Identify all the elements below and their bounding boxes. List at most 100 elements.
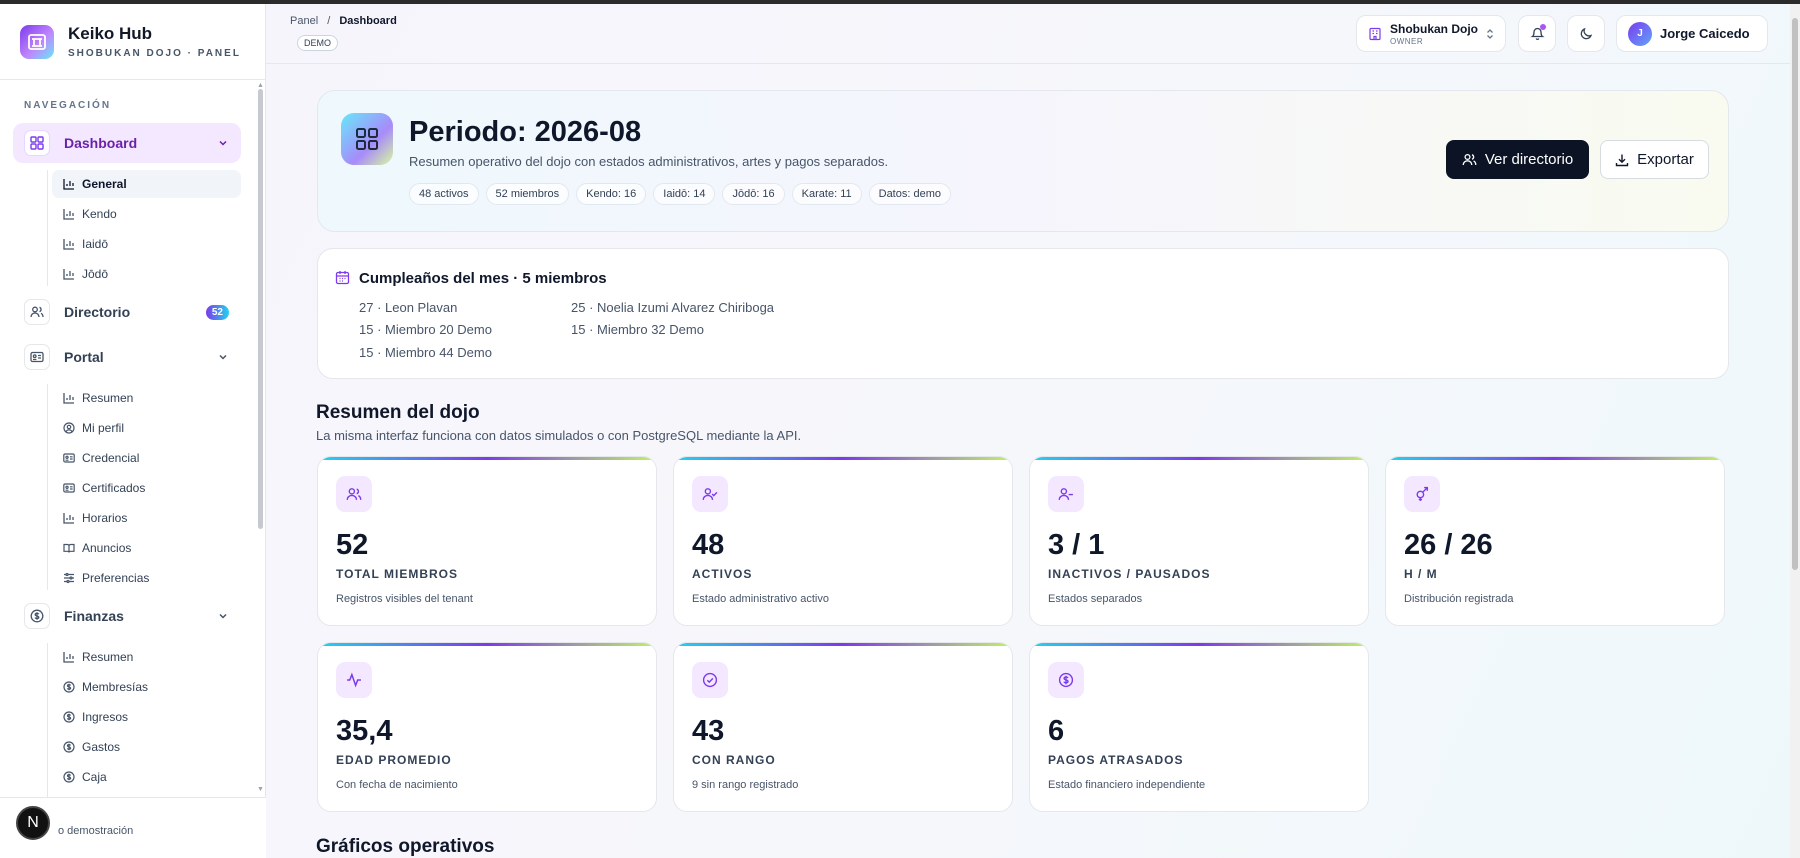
submenu-guide-line (47, 170, 48, 286)
view-directory-button[interactable]: Ver directorio (1446, 140, 1589, 179)
bar-chart-icon (63, 652, 74, 663)
summary-section-title: Resumen del dojo (316, 402, 480, 423)
breadcrumb-separator: / (327, 15, 331, 27)
sidebar-item-dashboard[interactable]: Dashboard (13, 123, 241, 163)
dollar-circle-icon (63, 741, 75, 753)
brand-name: Keiko Hub (68, 24, 153, 43)
sidebar-subitem-resumen[interactable]: Resumen (52, 384, 241, 412)
export-label: Exportar (1637, 151, 1694, 168)
card-accent-bar (674, 643, 1012, 646)
sidebar-subitem-horarios[interactable]: Horarios (52, 504, 241, 532)
chip-kendo: Kendo: 16 (576, 183, 647, 205)
sidebar-subitem-membresias[interactable]: Membresías (52, 673, 241, 701)
chevron-updown-icon (1487, 28, 1493, 39)
stat-description: Con fecha de nacimiento (336, 779, 458, 791)
scroll-down-arrow-icon[interactable]: ▼ (257, 786, 264, 793)
breadcrumb-panel[interactable]: Panel (290, 15, 318, 27)
user-check-icon (692, 476, 728, 512)
birthdays-title: Cumpleaños del mes · 5 miembros (359, 270, 607, 287)
sidebar-subitem-label: Horarios (82, 511, 128, 525)
dojo-role: OWNER (1390, 36, 1424, 46)
brand[interactable]: Keiko Hub SHOBUKAN DOJO · PANEL (20, 24, 241, 59)
stat-card-edad-promedio: 35,4 EDAD PROMEDIO Con fecha de nacimien… (317, 642, 657, 812)
sidebar-subitem-label: Ingresos (82, 710, 129, 724)
users-icon (336, 476, 372, 512)
export-button[interactable]: Exportar (1600, 140, 1709, 179)
sidebar-scrollbar[interactable] (258, 89, 263, 529)
stat-label: TOTAL MIEMBROS (336, 567, 458, 581)
sidebar: Keiko Hub SHOBUKAN DOJO · PANEL NAVEGACI… (0, 4, 266, 858)
devtools-bubble[interactable]: N (16, 806, 50, 840)
demo-badge: DEMO (297, 35, 338, 51)
activity-icon (336, 662, 372, 698)
chevron-down-icon (218, 611, 228, 621)
demo-mode-label[interactable]: o demostración (58, 825, 133, 837)
sidebar-subitem-label: Caja (82, 770, 107, 784)
moon-icon (1580, 27, 1593, 39)
main-content: Panel / Dashboard DEMO Shobukan Dojo OWN… (266, 4, 1800, 858)
sidebar-item-label: Finanzas (64, 608, 124, 624)
check-circle-icon (692, 662, 728, 698)
sidebar-subitem-certificados[interactable]: Certificados (52, 474, 241, 502)
sidebar-subitem-credencial[interactable]: Credencial (52, 444, 241, 472)
sidebar-subitem-fin-resumen[interactable]: Resumen (52, 643, 241, 671)
stat-card-hm: 26 / 26 H / M Distribución registrada (1385, 456, 1725, 626)
dojo-name: Shobukan Dojo (1390, 21, 1478, 36)
sidebar-subitem-gastos[interactable]: Gastos (52, 733, 241, 761)
sidebar-subitem-ingresos[interactable]: Ingresos (52, 703, 241, 731)
submenu-guide-line (47, 384, 48, 590)
sidebar-subitem-iaido[interactable]: Iaidō (52, 230, 241, 258)
gender-icon (1404, 476, 1440, 512)
stat-description: Estado financiero independiente (1048, 779, 1206, 791)
sidebar-subitem-mi-perfil[interactable]: Mi perfil (52, 414, 241, 442)
summary-chips: 48 activos 52 miembros Kendo: 16 Iaidō: … (409, 183, 958, 205)
card-accent-bar (674, 457, 1012, 460)
stat-label: ACTIVOS (692, 567, 753, 581)
stat-card-activos: 48 ACTIVOS Estado administrativo activo (673, 456, 1013, 626)
main-scrollbar-thumb[interactable] (1792, 18, 1798, 570)
member-count-badge: 52 (205, 304, 229, 320)
birthday-entry: 25 · Noelia Izumi Alvarez Chiriboga (571, 300, 775, 315)
page-description: Resumen operativo del dojo con estados a… (409, 154, 889, 169)
stat-value: 52 (336, 529, 369, 561)
card-accent-bar (1030, 643, 1368, 646)
view-directory-label: Ver directorio (1484, 151, 1574, 168)
page-title: Periodo: 2026-08 (409, 116, 642, 148)
sidebar-subitem-anuncios[interactable]: Anuncios (52, 534, 241, 562)
dollar-circle-icon (63, 711, 75, 723)
stat-label: H / M (1404, 567, 1438, 581)
sidebar-subitem-preferencias[interactable]: Preferencias (52, 564, 241, 592)
dollar-circle-icon (63, 681, 75, 693)
sidebar-subitem-kendo[interactable]: Kendo (52, 200, 241, 228)
avatar: J (1628, 21, 1652, 46)
sidebar-nav: NAVEGACIÓN Dashboard General Kendo Iaidō… (0, 80, 266, 797)
sidebar-subitem-general[interactable]: General (52, 170, 241, 198)
breadcrumb-current: Dashboard (339, 15, 397, 27)
dashboard-icon (341, 113, 393, 165)
sidebar-item-finanzas[interactable]: Finanzas (13, 596, 241, 636)
sidebar-subitem-label: Certificados (82, 481, 146, 495)
dojo-switcher[interactable]: Shobukan Dojo OWNER (1356, 15, 1506, 52)
user-menu-button[interactable]: J Jorge Caicedo (1616, 15, 1768, 52)
sidebar-item-directorio[interactable]: Directorio 52 (13, 292, 241, 332)
notifications-button[interactable] (1518, 15, 1556, 52)
sidebar-item-portal[interactable]: Portal (13, 337, 241, 377)
building-icon (1369, 27, 1381, 40)
birthday-entry: 27 · Leon Plavan (359, 300, 458, 315)
sidebar-subitem-label: Credencial (82, 451, 140, 465)
chip-jodo: Jōdō: 16 (722, 183, 785, 205)
id-card-icon (24, 344, 50, 370)
stat-description: 9 sin rango registrado (692, 779, 799, 791)
card-accent-bar (1386, 457, 1724, 460)
birthday-entry: 15 · Miembro 32 Demo (571, 322, 704, 337)
stat-value: 48 (692, 529, 725, 561)
stat-label: PAGOS ATRASADOS (1048, 753, 1184, 767)
theme-toggle-button[interactable] (1567, 15, 1605, 52)
stat-value: 26 / 26 (1404, 529, 1493, 561)
scroll-up-arrow-icon[interactable]: ▲ (257, 82, 264, 89)
birthday-entry: 15 · Miembro 20 Demo (359, 322, 492, 337)
bar-chart-icon (63, 239, 74, 250)
sidebar-subitem-jodo[interactable]: Jōdō (52, 260, 241, 288)
main-scrollbar[interactable] (1790, 4, 1800, 858)
sidebar-subitem-caja[interactable]: Caja (52, 763, 241, 791)
